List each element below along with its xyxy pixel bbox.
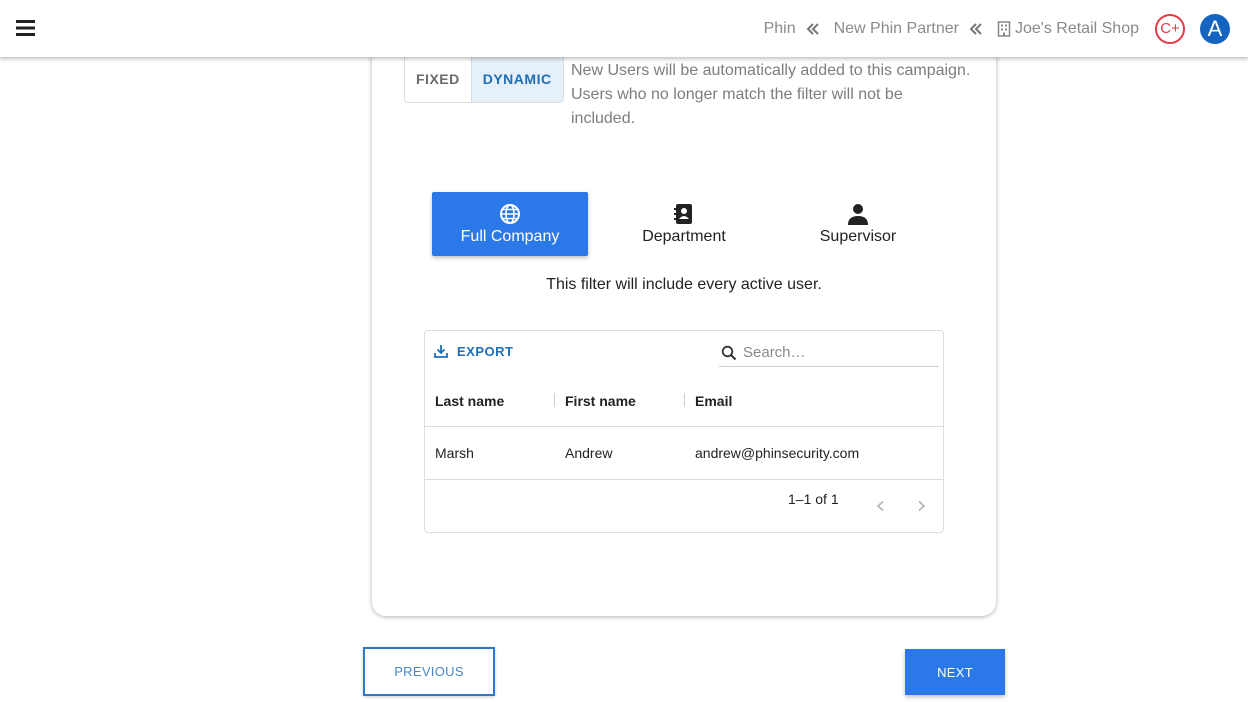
tab-label: Full Company bbox=[460, 228, 560, 245]
users-data-grid: EXPORT Last name First name Email Marsh … bbox=[424, 330, 944, 533]
next-page-chevron-icon[interactable] bbox=[911, 496, 931, 516]
globe-icon bbox=[499, 202, 521, 226]
export-label: EXPORT bbox=[457, 343, 514, 359]
breadcrumb: Phin New Phin Partner Joe's Retail Shop … bbox=[764, 0, 1230, 57]
column-separator[interactable] bbox=[554, 393, 555, 407]
column-header-last-name[interactable]: Last name bbox=[435, 375, 504, 427]
grid-footer: 1–1 of 1 bbox=[425, 481, 943, 533]
cell-first-name: Andrew bbox=[565, 445, 613, 461]
fixed-toggle-button[interactable]: FIXED bbox=[405, 56, 471, 102]
download-icon bbox=[433, 343, 449, 359]
tab-label: Department bbox=[642, 228, 726, 245]
double-chevron-left-icon bbox=[969, 22, 983, 36]
tab-department[interactable]: Department bbox=[606, 192, 762, 256]
search-icon bbox=[721, 345, 737, 361]
breadcrumb-label: Joe's Retail Shop bbox=[1014, 19, 1139, 37]
c-plus-badge[interactable]: C+ bbox=[1155, 13, 1185, 44]
building-icon bbox=[997, 20, 1011, 37]
tab-supervisor[interactable]: Supervisor bbox=[780, 192, 936, 256]
contact-book-icon bbox=[674, 202, 694, 226]
hamburger-menu-icon[interactable] bbox=[12, 14, 40, 42]
person-icon bbox=[848, 202, 868, 226]
column-separator[interactable] bbox=[684, 393, 685, 407]
dynamic-toggle-button[interactable]: DYNAMIC bbox=[470, 56, 563, 102]
column-header-email[interactable]: Email bbox=[695, 375, 732, 427]
table-row[interactable]: Marsh Andrew andrew@phinsecurity.com bbox=[425, 427, 943, 480]
breadcrumb-label: Phin bbox=[763, 19, 796, 37]
search-box bbox=[719, 339, 939, 367]
grid-header-row: Last name First name Email bbox=[425, 375, 943, 427]
cell-last-name: Marsh bbox=[435, 445, 474, 461]
breadcrumb-label: New Phin Partner bbox=[833, 19, 959, 37]
avatar[interactable]: A bbox=[1200, 13, 1230, 44]
breadcrumb-item-partner[interactable]: New Phin Partner bbox=[834, 20, 959, 38]
search-input[interactable] bbox=[743, 344, 913, 361]
double-chevron-left-icon bbox=[806, 22, 820, 36]
previous-page-chevron-icon[interactable] bbox=[871, 496, 891, 516]
cell-email: andrew@phinsecurity.com bbox=[695, 445, 860, 461]
audience-type-toggle: FIXED DYNAMIC bbox=[404, 55, 564, 103]
breadcrumb-item-company[interactable]: Joe's Retail Shop bbox=[997, 20, 1139, 38]
column-header-first-name[interactable]: First name bbox=[565, 375, 636, 427]
export-button[interactable]: EXPORT bbox=[433, 343, 513, 359]
tab-full-company[interactable]: Full Company bbox=[432, 192, 588, 256]
filter-description: This filter will include every active us… bbox=[546, 276, 822, 293]
previous-button[interactable]: PREVIOUS bbox=[363, 647, 495, 696]
tab-label: Supervisor bbox=[819, 228, 897, 245]
breadcrumb-item-phin[interactable]: Phin bbox=[764, 20, 796, 38]
next-button[interactable]: NEXT bbox=[905, 649, 1005, 695]
pagination-count: 1–1 of 1 bbox=[788, 491, 839, 507]
toggle-description: New Users will be automatically added to… bbox=[571, 62, 971, 127]
top-app-bar: Phin New Phin Partner Joe's Retail Shop … bbox=[0, 0, 1248, 57]
